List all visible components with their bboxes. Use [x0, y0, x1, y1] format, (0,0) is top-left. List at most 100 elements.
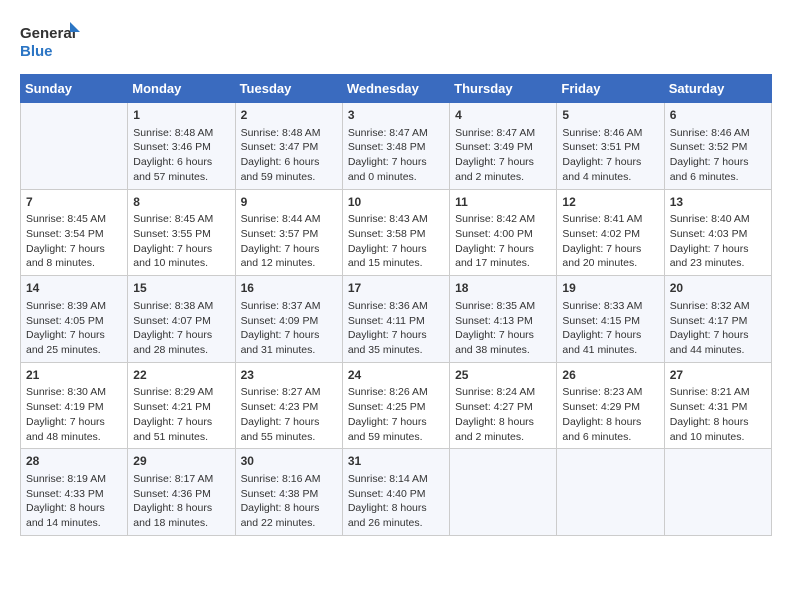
weekday-header: Thursday: [450, 75, 557, 103]
day-number: 26: [562, 367, 658, 384]
day-number: 31: [348, 453, 444, 470]
day-number: 12: [562, 194, 658, 211]
day-number: 13: [670, 194, 766, 211]
day-number: 5: [562, 107, 658, 124]
calendar-cell: 18Sunrise: 8:35 AMSunset: 4:13 PMDayligh…: [450, 276, 557, 363]
calendar-cell: 24Sunrise: 8:26 AMSunset: 4:25 PMDayligh…: [342, 362, 449, 449]
day-number: 1: [133, 107, 229, 124]
day-info: Sunrise: 8:24 AMSunset: 4:27 PMDaylight:…: [455, 385, 551, 444]
day-info: Sunrise: 8:39 AMSunset: 4:05 PMDaylight:…: [26, 299, 122, 358]
calendar-cell: 5 Sunrise: 8:46 AMSunset: 3:51 PMDaylight…: [557, 103, 664, 190]
calendar-week-row: 1Sunrise: 8:48 AMSunset: 3:46 PMDaylight…: [21, 103, 772, 190]
header: GeneralBlue: [20, 20, 772, 64]
day-info: Sunrise: 8:27 AMSunset: 4:23 PMDaylight:…: [241, 385, 337, 444]
weekday-header: Friday: [557, 75, 664, 103]
day-number: 22: [133, 367, 229, 384]
calendar-cell: 14Sunrise: 8:39 AMSunset: 4:05 PMDayligh…: [21, 276, 128, 363]
day-info: Sunrise: 8:46 AMSunset: 3:52 PMDaylight:…: [670, 126, 766, 185]
day-number: 11: [455, 194, 551, 211]
calendar-cell: 15 Sunrise: 8:38 AMSunset: 4:07 PMDayligh…: [128, 276, 235, 363]
calendar-week-row: 7Sunrise: 8:45 AMSunset: 3:54 PMDaylight…: [21, 189, 772, 276]
day-number: 25: [455, 367, 551, 384]
day-number: 18: [455, 280, 551, 297]
calendar-cell: 4Sunrise: 8:47 AMSunset: 3:49 PMDaylight…: [450, 103, 557, 190]
day-number: 24: [348, 367, 444, 384]
day-number: 4: [455, 107, 551, 124]
day-number: 17: [348, 280, 444, 297]
calendar-cell: 17Sunrise: 8:36 AMSunset: 4:11 PMDayligh…: [342, 276, 449, 363]
day-info: Sunrise: 8:16 AMSunset: 4:38 PMDaylight:…: [241, 472, 337, 531]
day-info: Sunrise: 8:19 AMSunset: 4:33 PMDaylight:…: [26, 472, 122, 531]
day-info: Sunrise: 8:32 AMSunset: 4:17 PMDaylight:…: [670, 299, 766, 358]
day-info: Sunrise: 8:48 AMSunset: 3:47 PMDaylight:…: [241, 126, 337, 185]
day-info: Sunrise: 8:42 AMSunset: 4:00 PMDaylight:…: [455, 212, 551, 271]
calendar-cell: 23Sunrise: 8:27 AMSunset: 4:23 PMDayligh…: [235, 362, 342, 449]
calendar-cell: 30 Sunrise: 8:16 AMSunset: 4:38 PMDayligh…: [235, 449, 342, 536]
calendar-cell: [557, 449, 664, 536]
calendar-cell: 8Sunrise: 8:45 AMSunset: 3:55 PMDaylight…: [128, 189, 235, 276]
calendar-cell: 7Sunrise: 8:45 AMSunset: 3:54 PMDaylight…: [21, 189, 128, 276]
calendar-cell: 29 Sunrise: 8:17 AMSunset: 4:36 PMDayligh…: [128, 449, 235, 536]
weekday-header: Monday: [128, 75, 235, 103]
day-info: Sunrise: 8:23 AMSunset: 4:29 PMDaylight:…: [562, 385, 658, 444]
calendar-cell: 3 Sunrise: 8:47 AMSunset: 3:48 PMDaylight…: [342, 103, 449, 190]
day-info: Sunrise: 8:14 AMSunset: 4:40 PMDaylight:…: [348, 472, 444, 531]
calendar-cell: [21, 103, 128, 190]
day-info: Sunrise: 8:38 AMSunset: 4:07 PMDaylight:…: [133, 299, 229, 358]
day-info: Sunrise: 8:17 AMSunset: 4:36 PMDaylight:…: [133, 472, 229, 531]
svg-text:General: General: [20, 25, 76, 42]
day-number: 3: [348, 107, 444, 124]
weekday-header: Sunday: [21, 75, 128, 103]
day-number: 6: [670, 107, 766, 124]
calendar-cell: [664, 449, 771, 536]
weekday-header-row: SundayMondayTuesdayWednesdayThursdayFrid…: [21, 75, 772, 103]
day-number: 20: [670, 280, 766, 297]
day-number: 2: [241, 107, 337, 124]
logo: GeneralBlue: [20, 20, 80, 64]
day-number: 30: [241, 453, 337, 470]
day-info: Sunrise: 8:46 AMSunset: 3:51 PMDaylight:…: [562, 126, 658, 185]
day-info: Sunrise: 8:41 AMSunset: 4:02 PMDaylight:…: [562, 212, 658, 271]
day-info: Sunrise: 8:45 AMSunset: 3:55 PMDaylight:…: [133, 212, 229, 271]
calendar-cell: 28 Sunrise: 8:19 AMSunset: 4:33 PMDayligh…: [21, 449, 128, 536]
calendar-cell: 1Sunrise: 8:48 AMSunset: 3:46 PMDaylight…: [128, 103, 235, 190]
calendar-week-row: 21Sunrise: 8:30 AMSunset: 4:19 PMDayligh…: [21, 362, 772, 449]
weekday-header: Saturday: [664, 75, 771, 103]
day-info: Sunrise: 8:47 AMSunset: 3:48 PMDaylight:…: [348, 126, 444, 185]
day-number: 21: [26, 367, 122, 384]
day-info: Sunrise: 8:40 AMSunset: 4:03 PMDaylight:…: [670, 212, 766, 271]
calendar-cell: 25Sunrise: 8:24 AMSunset: 4:27 PMDayligh…: [450, 362, 557, 449]
day-number: 23: [241, 367, 337, 384]
calendar-cell: 27Sunrise: 8:21 AMSunset: 4:31 PMDayligh…: [664, 362, 771, 449]
day-info: Sunrise: 8:45 AMSunset: 3:54 PMDaylight:…: [26, 212, 122, 271]
day-number: 16: [241, 280, 337, 297]
calendar-cell: 6 Sunrise: 8:46 AMSunset: 3:52 PMDaylight…: [664, 103, 771, 190]
calendar-cell: 13Sunrise: 8:40 AMSunset: 4:03 PMDayligh…: [664, 189, 771, 276]
day-number: 29: [133, 453, 229, 470]
day-number: 15: [133, 280, 229, 297]
calendar-cell: 19Sunrise: 8:33 AMSunset: 4:15 PMDayligh…: [557, 276, 664, 363]
day-number: 28: [26, 453, 122, 470]
calendar-cell: 9Sunrise: 8:44 AMSunset: 3:57 PMDaylight…: [235, 189, 342, 276]
calendar-cell: 26Sunrise: 8:23 AMSunset: 4:29 PMDayligh…: [557, 362, 664, 449]
calendar-cell: 31 Sunrise: 8:14 AMSunset: 4:40 PMDayligh…: [342, 449, 449, 536]
weekday-header: Wednesday: [342, 75, 449, 103]
calendar-week-row: 14Sunrise: 8:39 AMSunset: 4:05 PMDayligh…: [21, 276, 772, 363]
calendar-week-row: 28 Sunrise: 8:19 AMSunset: 4:33 PMDayligh…: [21, 449, 772, 536]
day-info: Sunrise: 8:37 AMSunset: 4:09 PMDaylight:…: [241, 299, 337, 358]
day-info: Sunrise: 8:29 AMSunset: 4:21 PMDaylight:…: [133, 385, 229, 444]
weekday-header: Tuesday: [235, 75, 342, 103]
day-number: 27: [670, 367, 766, 384]
day-number: 8: [133, 194, 229, 211]
day-number: 9: [241, 194, 337, 211]
day-info: Sunrise: 8:33 AMSunset: 4:15 PMDaylight:…: [562, 299, 658, 358]
day-number: 7: [26, 194, 122, 211]
day-number: 10: [348, 194, 444, 211]
calendar-cell: 22Sunrise: 8:29 AMSunset: 4:21 PMDayligh…: [128, 362, 235, 449]
day-info: Sunrise: 8:21 AMSunset: 4:31 PMDaylight:…: [670, 385, 766, 444]
calendar-cell: 12Sunrise: 8:41 AMSunset: 4:02 PMDayligh…: [557, 189, 664, 276]
calendar-cell: 20 Sunrise: 8:32 AMSunset: 4:17 PMDayligh…: [664, 276, 771, 363]
calendar-cell: 16 Sunrise: 8:37 AMSunset: 4:09 PMDayligh…: [235, 276, 342, 363]
svg-text:Blue: Blue: [20, 43, 53, 60]
day-info: Sunrise: 8:43 AMSunset: 3:58 PMDaylight:…: [348, 212, 444, 271]
